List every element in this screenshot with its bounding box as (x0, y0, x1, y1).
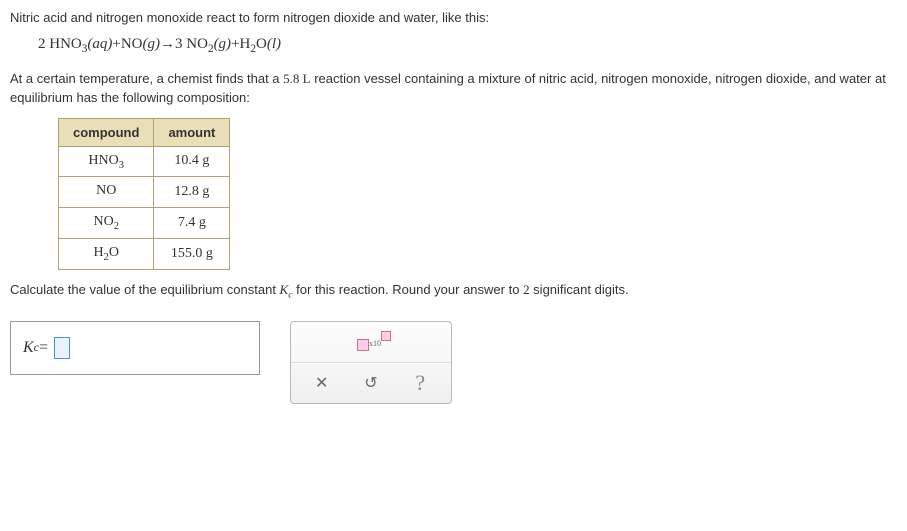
tool-row-actions: ✕ ↺ ? (291, 362, 451, 403)
tool-row-formats: x10 (291, 322, 451, 362)
compound-sub: 2 (114, 221, 119, 232)
amount-cell: 7.4 g (154, 208, 230, 239)
amount-cell: 12.8 g (154, 177, 230, 208)
species: NO (186, 36, 208, 52)
compound-main: H (93, 245, 103, 260)
intro-text: Nitric acid and nitrogen monoxide react … (10, 8, 897, 28)
coef: 3 (175, 36, 183, 52)
tool-palette: x10 ✕ ↺ ? (290, 321, 452, 404)
answer-box[interactable]: Kc = (10, 321, 260, 375)
compound-cell: H2O (59, 238, 154, 269)
compound-cell: NO (59, 177, 154, 208)
table-row: HNO3 10.4 g (59, 146, 230, 177)
species: HNO (49, 36, 82, 52)
compound-main: NO (93, 214, 113, 229)
composition-table: compound amount HNO3 10.4 g NO 12.8 g NO… (58, 118, 230, 270)
state: (g) (143, 36, 161, 52)
amount-cell: 155.0 g (154, 238, 230, 269)
coef: 2 (38, 36, 46, 52)
answer-k: K (23, 339, 34, 357)
col-compound: compound (59, 118, 154, 146)
col-amount: amount (154, 118, 230, 146)
sci-base-box (357, 339, 369, 351)
amount-cell: 10.4 g (154, 146, 230, 177)
compound-tail: O (109, 245, 119, 260)
sci-notation-icon: x10 (357, 331, 385, 353)
question-part: Calculate the value of the equilibrium c… (10, 282, 280, 297)
compound-main: NO (96, 183, 116, 198)
answer-row: Kc = x10 ✕ ↺ ? (10, 321, 897, 404)
help-button[interactable]: ? (406, 371, 434, 395)
clear-button[interactable]: ✕ (308, 371, 336, 395)
species: NO (121, 36, 143, 52)
context-text: At a certain temperature, a chemist find… (10, 69, 897, 108)
sci-exp-box (381, 331, 391, 341)
state: (l) (267, 36, 281, 52)
chemical-equation: 2 HNO3(aq)+NO(g)→3 NO2(g)+H2O(l) (38, 36, 897, 55)
arrow: → (160, 36, 175, 52)
sci-notation-button[interactable]: x10 (357, 330, 385, 354)
species: H (240, 36, 251, 52)
table-row: NO2 7.4 g (59, 208, 230, 239)
table-header-row: compound amount (59, 118, 230, 146)
state: (aq) (87, 36, 112, 52)
answer-equals: = (39, 339, 48, 357)
state: (g) (214, 36, 232, 52)
question-text: Calculate the value of the equilibrium c… (10, 280, 897, 303)
compound-main: HNO (88, 153, 118, 168)
species: O (256, 36, 267, 52)
context-part: At a certain temperature, a chemist find… (10, 71, 283, 86)
answer-input[interactable] (54, 337, 70, 359)
table-row: H2O 155.0 g (59, 238, 230, 269)
kc-symbol: K (280, 282, 289, 297)
compound-cell: NO2 (59, 208, 154, 239)
plus: + (231, 36, 239, 52)
compound-sub: 3 (119, 159, 124, 170)
plus: + (112, 36, 120, 52)
table-row: NO 12.8 g (59, 177, 230, 208)
sci-x10-label: x10 (369, 339, 381, 348)
compound-cell: HNO3 (59, 146, 154, 177)
question-part: significant digits. (530, 282, 629, 297)
question-part: for this reaction. Round your answer to (293, 282, 524, 297)
vessel-volume: 5.8 L (283, 71, 310, 86)
reset-button[interactable]: ↺ (357, 371, 385, 395)
